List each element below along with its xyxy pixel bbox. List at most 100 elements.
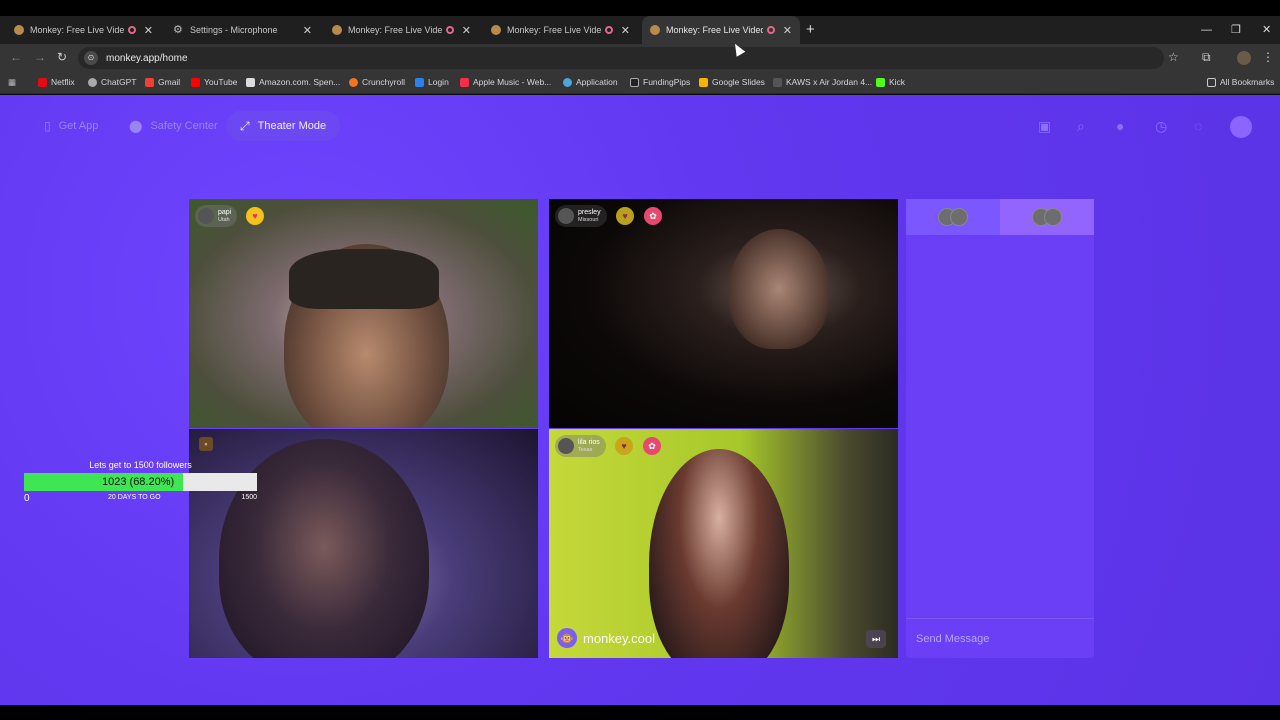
user-location: Missouri bbox=[578, 216, 599, 223]
bookmark-kaws[interactable]: KAWS x Air Jordan 4... bbox=[773, 77, 872, 87]
bookmarks-bar: ▦ Netflix ChatGPT Gmail YouTube Amazon.c… bbox=[0, 72, 1280, 94]
bookmark-application[interactable]: Application bbox=[563, 77, 618, 87]
close-tab-icon[interactable]: ✕ bbox=[621, 24, 630, 37]
url-text[interactable]: monkey.app/home bbox=[106, 53, 188, 64]
coin-icon[interactable]: ● bbox=[1116, 118, 1124, 134]
bookmark-chatgpt[interactable]: ChatGPT bbox=[88, 77, 136, 87]
letterbox-top bbox=[0, 0, 1280, 16]
participant-video bbox=[729, 229, 829, 349]
bookmark-label: Gmail bbox=[158, 77, 181, 87]
browser-tab[interactable]: ⚙ Settings - Microphone ✕ bbox=[165, 16, 320, 44]
get-app-button[interactable]: ▯ Get App bbox=[30, 111, 112, 141]
apple-music-icon bbox=[460, 77, 469, 87]
browser-tab[interactable]: Monkey: Free Live Video Ch ✕ bbox=[6, 16, 161, 44]
bookmark-label: Amazon.com. Spen... bbox=[259, 77, 341, 87]
search-icon[interactable]: ⌕ bbox=[1077, 118, 1085, 135]
chat-panel: Send Message bbox=[906, 199, 1094, 658]
bookmark-star-icon[interactable]: ☆ bbox=[1168, 50, 1179, 64]
bookmark-crunchyroll[interactable]: Crunchyroll bbox=[349, 77, 405, 87]
profile-avatar[interactable] bbox=[1237, 51, 1251, 65]
close-tab-icon[interactable]: ✕ bbox=[303, 24, 312, 37]
user-avatar[interactable] bbox=[1230, 116, 1252, 138]
bookmark-netflix[interactable]: Netflix bbox=[38, 77, 75, 87]
all-bookmarks[interactable]: All Bookmarks bbox=[1207, 77, 1274, 87]
monkey-favicon-icon bbox=[491, 25, 501, 35]
extensions-icon[interactable]: ⧉ bbox=[1202, 50, 1211, 65]
bookmark-label: FundingPips bbox=[643, 77, 691, 87]
reload-icon[interactable]: ↻ bbox=[57, 50, 67, 64]
user-badge-icon[interactable]: ▪ bbox=[199, 437, 213, 451]
gift-icon[interactable]: ✿ bbox=[644, 207, 662, 225]
forward-icon[interactable]: → bbox=[34, 50, 46, 64]
address-bar[interactable]: ⊙ monkey.app/home bbox=[78, 47, 1164, 69]
history-icon[interactable]: ◷ bbox=[1155, 118, 1167, 135]
bookmark-google-slides[interactable]: Google Slides bbox=[699, 77, 765, 87]
bookmark-label: Google Slides bbox=[712, 77, 765, 87]
username: lila rios bbox=[578, 438, 600, 446]
minimize-icon[interactable]: — bbox=[1201, 16, 1212, 44]
letterbox-bottom bbox=[0, 705, 1280, 720]
kick-icon bbox=[876, 77, 885, 87]
bookmark-label: Kick bbox=[889, 77, 906, 87]
expand-icon: ⤢ bbox=[240, 118, 250, 133]
monkey-watermark: 🐵 monkey.cool bbox=[557, 628, 655, 648]
user-badge[interactable]: papi Utah bbox=[195, 205, 238, 227]
bookmark-apple-music[interactable]: Apple Music - Web... bbox=[460, 77, 551, 87]
video-tile-2: presley Missouri ♥ ✿ bbox=[549, 199, 898, 428]
chat-tab-1[interactable] bbox=[906, 199, 1000, 235]
skip-icon[interactable]: ⏭ bbox=[866, 630, 886, 648]
maximize-icon[interactable]: ❐ bbox=[1231, 16, 1241, 44]
bookmark-label: Application bbox=[576, 77, 618, 87]
shield-icon: ⬤ bbox=[129, 119, 143, 133]
gift-icon[interactable]: ✿ bbox=[643, 437, 661, 455]
goal-progress-bar: 1023 (68.20%) bbox=[24, 473, 257, 491]
menu-kebab-icon[interactable]: ⋮ bbox=[1262, 50, 1274, 64]
bookmark-gmail[interactable]: Gmail bbox=[145, 77, 180, 87]
back-icon[interactable]: ← bbox=[10, 50, 22, 64]
bookmark-login[interactable]: Login bbox=[415, 77, 449, 87]
browser-tab-strip: Monkey: Free Live Video Ch ✕ ⚙ Settings … bbox=[0, 16, 1280, 44]
apps-grid-icon[interactable]: ▦ bbox=[8, 77, 16, 88]
close-tab-icon[interactable]: ✕ bbox=[144, 24, 153, 37]
chatgpt-icon bbox=[88, 77, 97, 87]
bookmark-label: Netflix bbox=[51, 77, 75, 87]
bookmark-label: Crunchyroll bbox=[362, 77, 405, 87]
browser-tab[interactable]: Monkey: Free Live Video Ch ✕ bbox=[483, 16, 638, 44]
heart-icon[interactable]: ♥ bbox=[615, 437, 633, 455]
tab-title: Monkey: Free Live Video Ch bbox=[30, 25, 124, 35]
close-window-icon[interactable]: ✕ bbox=[1262, 16, 1271, 44]
messages-icon[interactable]: ◌ bbox=[1194, 118, 1202, 134]
monkey-logo-icon: 🐵 bbox=[557, 628, 577, 648]
new-tab-button[interactable]: + bbox=[806, 16, 815, 44]
bookmark-kick[interactable]: Kick bbox=[876, 77, 905, 87]
browser-tab-active[interactable]: Monkey: Free Live Video Ch ✕ bbox=[642, 16, 800, 44]
browser-tab[interactable]: Monkey: Free Live Video Ch ✕ bbox=[324, 16, 479, 44]
heart-icon[interactable]: ♥ bbox=[246, 207, 264, 225]
avatar bbox=[1044, 208, 1062, 226]
avatar bbox=[558, 438, 574, 454]
gmail-icon bbox=[145, 77, 154, 87]
bookmark-amazon[interactable]: Amazon.com. Spen... bbox=[246, 77, 340, 87]
bookmark-label: Apple Music - Web... bbox=[473, 77, 552, 87]
amazon-icon bbox=[246, 77, 255, 87]
bookmark-youtube[interactable]: YouTube bbox=[191, 77, 237, 87]
application-icon bbox=[563, 77, 572, 87]
user-badge[interactable]: presley Missouri bbox=[555, 205, 607, 227]
video-tile-4: lila rios Texas ♥ ✿ 🐵 monkey.cool ⏭ bbox=[549, 429, 898, 658]
theater-mode-button[interactable]: ⤢ Theater Mode bbox=[226, 111, 341, 141]
netflix-icon bbox=[38, 77, 47, 87]
shop-icon[interactable]: ▣ bbox=[1038, 118, 1051, 135]
send-message-input[interactable]: Send Message bbox=[906, 618, 1094, 658]
google-slides-icon bbox=[699, 77, 708, 87]
close-tab-icon[interactable]: ✕ bbox=[462, 24, 471, 37]
close-tab-icon[interactable]: ✕ bbox=[783, 24, 792, 37]
site-info-icon[interactable]: ⊙ bbox=[84, 51, 98, 65]
safety-center-button[interactable]: ⬤ Safety Center bbox=[115, 111, 232, 141]
user-badge[interactable]: lila rios Texas bbox=[555, 435, 606, 457]
follower-goal-widget: Lets get to 1500 followers 1023 (68.20%)… bbox=[24, 460, 257, 505]
heart-icon[interactable]: ♥ bbox=[616, 207, 634, 225]
get-app-label: Get App bbox=[58, 120, 99, 132]
bookmark-label: KAWS x Air Jordan 4... bbox=[786, 77, 873, 87]
bookmark-fundingpips[interactable]: FundingPips bbox=[630, 77, 690, 87]
chat-tab-2[interactable] bbox=[1000, 199, 1094, 235]
